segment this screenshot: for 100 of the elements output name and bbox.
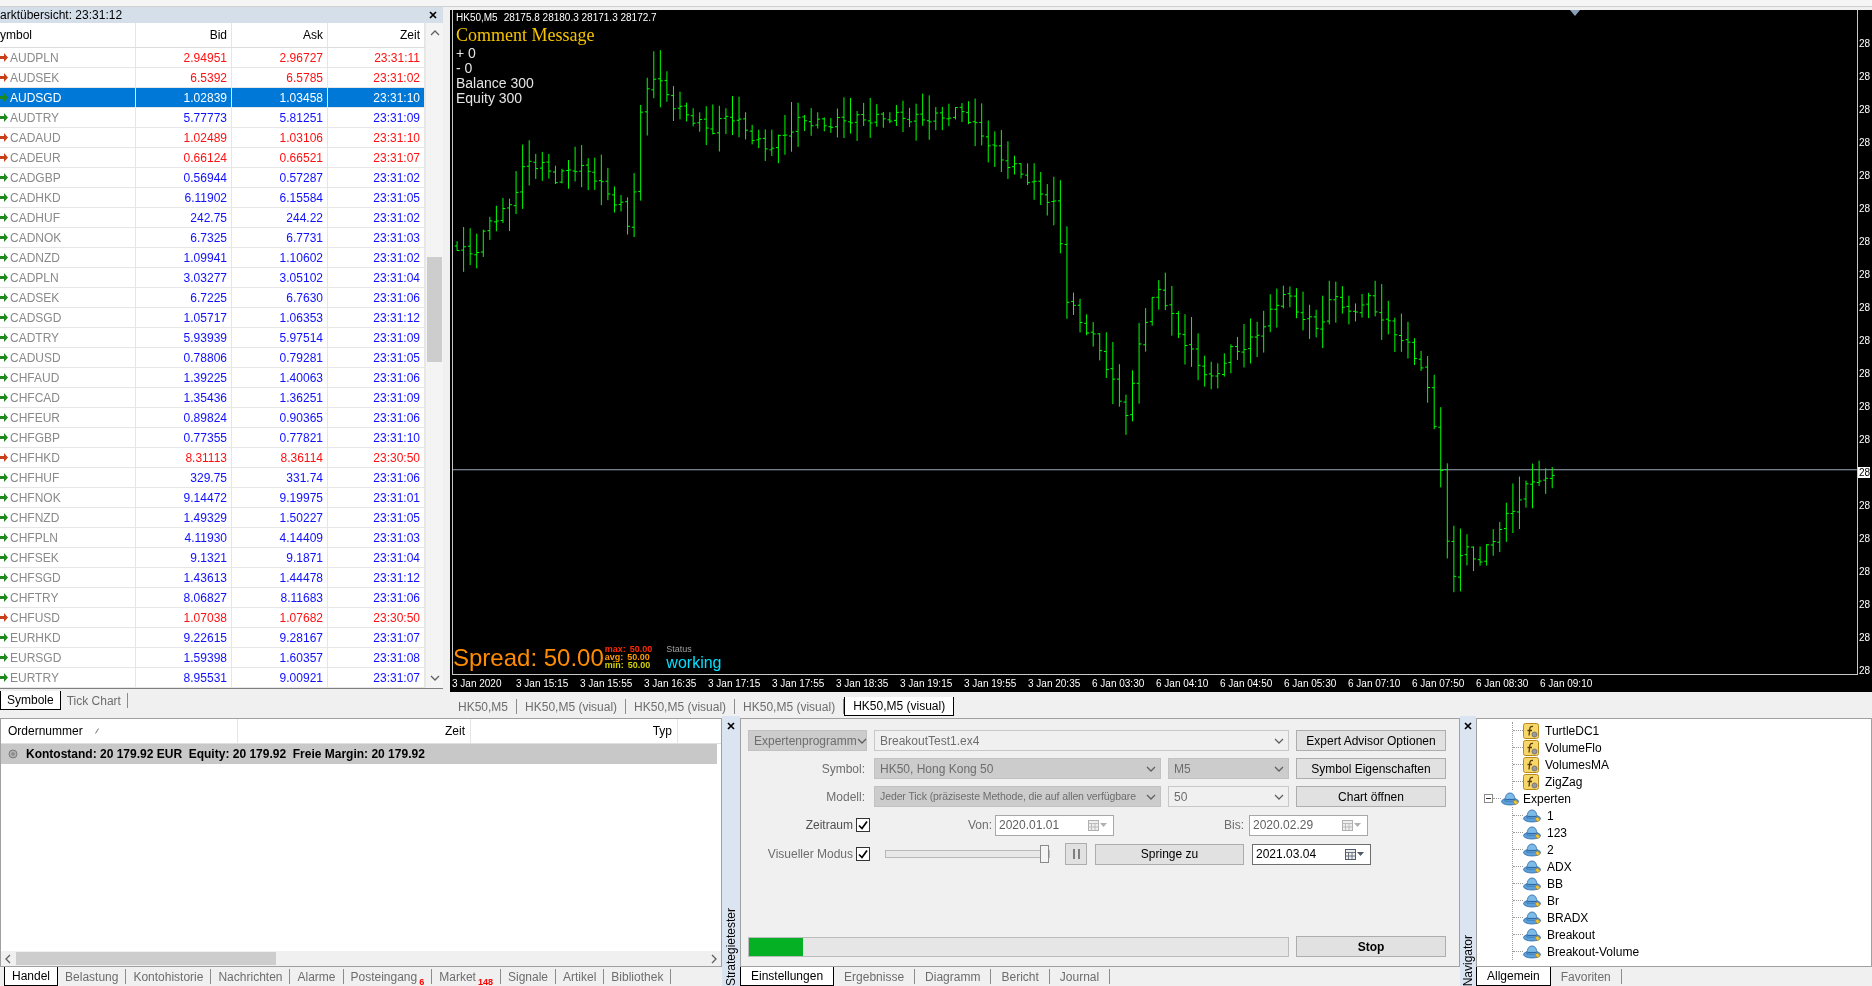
collapse-icon[interactable]	[1484, 794, 1493, 803]
summary-text: Kontostand: 20 179.92 EUR Equity: 20 179.92 Freie Margin: 20 179.92	[26, 746, 425, 763]
tree-item[interactable]: VolumeFlo	[1523, 738, 1602, 757]
summary-row[interactable]: Kontostand: 20 179.92 EUR Equity: 20 179.92 Freie Margin: 20 179.92	[1, 744, 717, 764]
tab[interactable]: HK50,M5 (visual)	[844, 697, 955, 716]
table-row[interactable]: CADEUR 0.66124 0.66521 23:31:07	[0, 148, 425, 168]
table-row[interactable]: CHFHUF 329.75 331.74 23:31:06	[0, 468, 425, 488]
tree-item[interactable]: BRADX	[1523, 908, 1589, 927]
tree-item[interactable]: Br	[1523, 891, 1559, 910]
close-icon[interactable]	[1464, 722, 1472, 730]
table-row[interactable]: AUDSGD 1.02839 1.03458 23:31:10	[0, 88, 425, 108]
tree-item[interactable]: Breakout	[1523, 925, 1596, 944]
checkbox[interactable]	[856, 818, 870, 832]
tab[interactable]: HK50,M5	[450, 699, 518, 714]
tab[interactable]: Kontohistorie	[126, 969, 212, 984]
table-row[interactable]: AUDTRY 5.77773 5.81251 23:31:09	[0, 108, 425, 128]
tab[interactable]: Diagramm	[915, 969, 992, 984]
table-row[interactable]: AUDPLN 2.94951 2.96727 23:31:11	[0, 48, 425, 68]
column-header[interactable]: Typ	[471, 719, 678, 743]
table-row[interactable]: CHFEUR 0.89824 0.90365 23:31:06	[0, 408, 425, 428]
table-row[interactable]: CHFTRY 8.06827 8.11683 23:31:06	[0, 588, 425, 608]
table-row[interactable]: EURHKD 9.22615 9.28167 23:31:07	[0, 628, 425, 648]
column-header[interactable]: Bid	[136, 23, 232, 47]
tree-item[interactable]: ZigZag	[1523, 772, 1583, 791]
tab[interactable]: Journal	[1049, 969, 1111, 984]
tab[interactable]: Nachrichten	[211, 969, 291, 984]
column-header[interactable]: ymbol	[0, 23, 136, 47]
scrollbar[interactable]	[425, 23, 443, 688]
table-row[interactable]: CHFAUD 1.39225 1.40063 23:31:06	[0, 368, 425, 388]
table-row[interactable]: CHFCAD 1.35436 1.36251 23:31:09	[0, 388, 425, 408]
tab[interactable]: Handel	[4, 967, 59, 986]
table-row[interactable]: CHFUSD 1.07038 1.07682 23:30:50	[0, 608, 425, 628]
tab[interactable]: Bericht	[991, 969, 1050, 984]
column-header[interactable]: Ordernummer	[1, 719, 238, 743]
open-chart-button[interactable]: Chart öffnen	[1296, 786, 1446, 807]
triangle-marker-icon[interactable]	[1570, 10, 1580, 16]
expert-options-button[interactable]: Expert Advisor Optionen	[1296, 730, 1446, 751]
tab[interactable]: Bibliothek	[604, 969, 672, 984]
tree-item[interactable]: 1	[1523, 806, 1554, 825]
tree-item[interactable]: 2	[1523, 840, 1554, 859]
tree-item[interactable]: BB	[1523, 874, 1563, 893]
tree-item[interactable]: Breakout-Volume	[1523, 942, 1640, 961]
table-cell: 1.09941	[136, 248, 232, 267]
table-row[interactable]: EURSGD 1.59398 1.60357 23:31:08	[0, 648, 425, 668]
pause-button[interactable]	[1065, 843, 1087, 865]
scrollbar[interactable]	[1, 951, 721, 966]
table-row[interactable]: CADHKD 6.11902 6.15584 23:31:05	[0, 188, 425, 208]
column-header[interactable]: Zeit	[238, 719, 471, 743]
close-icon[interactable]	[429, 11, 437, 19]
table-cell-text: CHFNZD	[10, 509, 60, 527]
table-row[interactable]: CHFNZD 1.49329 1.50227 23:31:05	[0, 508, 425, 528]
tree-item[interactable]: TurtleDC1	[1523, 721, 1600, 740]
tab[interactable]: HK50,M5 (visual)	[626, 699, 736, 714]
jump-button[interactable]: Springe zu	[1095, 843, 1244, 865]
tab[interactable]: Belastung	[58, 969, 127, 984]
tab[interactable]: Ergebnisse	[834, 969, 916, 984]
table-row[interactable]: CADSGD 1.05717 1.06353 23:31:12	[0, 308, 425, 328]
tab[interactable]: Tick Chart	[60, 693, 128, 708]
tab[interactable]: Artikel	[556, 969, 605, 984]
table-row[interactable]: CADGBP 0.56944 0.57287 23:31:02	[0, 168, 425, 188]
scrollbar-thumb[interactable]	[427, 257, 442, 362]
scrollbar-thumb[interactable]	[16, 952, 276, 965]
table-row[interactable]: CADNOK 6.7325 6.7731 23:31:03	[0, 228, 425, 248]
close-icon[interactable]	[727, 722, 735, 730]
tab[interactable]: Symbole	[0, 691, 61, 710]
table-cell-text: CADTRY	[10, 329, 60, 347]
table-cell: 6.15584	[232, 188, 328, 207]
hat-icon	[1523, 944, 1541, 959]
tab[interactable]: Favoriten	[1550, 969, 1622, 984]
tree-item[interactable]: VolumesMA	[1523, 755, 1610, 774]
table-row[interactable]: CADUSD 0.78806 0.79281 23:31:05	[0, 348, 425, 368]
symbol-properties-button[interactable]: Symbol Eigenschaften	[1296, 758, 1446, 779]
checkbox[interactable]	[856, 847, 870, 861]
table-row[interactable]: CHFSGD 1.43613 1.44478 23:31:12	[0, 568, 425, 588]
tab[interactable]: Alarme	[290, 969, 344, 984]
tree-item[interactable]: Experten	[1501, 789, 1572, 808]
table-row[interactable]: EURTRY 8.95531 9.00921 23:31:07	[0, 668, 425, 688]
tab[interactable]: Signale	[500, 969, 556, 984]
table-row[interactable]: CHFHKD 8.31113 8.36114 23:30:50	[0, 448, 425, 468]
table-row[interactable]: CADAUD 1.02489 1.03106 23:31:10	[0, 128, 425, 148]
table-row[interactable]: CADHUF 242.75 244.22 23:31:02	[0, 208, 425, 228]
slider-thumb[interactable]	[1040, 845, 1049, 863]
tree-item[interactable]: ADX	[1523, 857, 1572, 876]
table-row[interactable]: CADTRY 5.93939 5.97514 23:31:09	[0, 328, 425, 348]
tab[interactable]: HK50,M5 (visual)	[517, 699, 627, 714]
table-row[interactable]: CADSEK 6.7225 6.7630 23:31:06	[0, 288, 425, 308]
table-cell: 329.75	[136, 468, 232, 487]
tab[interactable]: Allgemein	[1476, 967, 1551, 986]
axis-label: 28	[1858, 104, 1871, 115]
stop-button[interactable]: Stop	[1296, 936, 1446, 957]
table-row[interactable]: CADNZD 1.09941 1.10602 23:31:02	[0, 248, 425, 268]
table-row[interactable]: CHFPLN 4.11930 4.14409 23:31:03	[0, 528, 425, 548]
table-row[interactable]: CHFGBP 0.77355 0.77821 23:31:10	[0, 428, 425, 448]
table-row[interactable]: CHFNOK 9.14472 9.19975 23:31:01	[0, 488, 425, 508]
tab[interactable]: Einstellungen	[740, 967, 835, 986]
tree-item[interactable]: 123	[1523, 823, 1568, 842]
column-header[interactable]: Ask	[232, 23, 328, 47]
table-row[interactable]: CHFSEK 9.1321 9.1871 23:31:04	[0, 548, 425, 568]
table-row[interactable]: CADPLN 3.03277 3.05102 23:31:04	[0, 268, 425, 288]
date-field[interactable]: 2021.03.04	[1252, 843, 1371, 865]
